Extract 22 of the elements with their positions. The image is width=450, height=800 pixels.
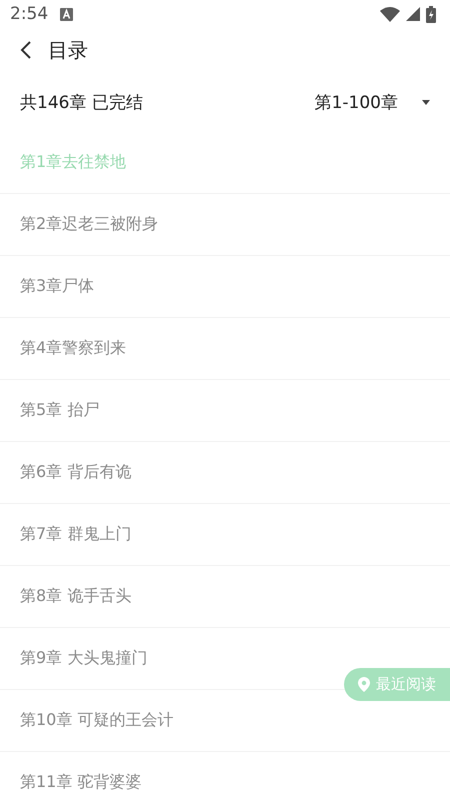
chapter-item[interactable]: 第9章 大头鬼撞门 — [20, 648, 148, 669]
chapter-summary: 共146章 已完结 — [20, 92, 143, 114]
chapter-item[interactable]: 第10章 可疑的王会计 — [20, 710, 174, 731]
back-icon — [20, 40, 32, 60]
notification-icon — [60, 8, 74, 20]
status-time: 2:54 — [10, 4, 48, 24]
chapter-item[interactable]: 第7章 群鬼上门 — [20, 524, 132, 545]
dropdown-caret-icon — [422, 100, 430, 104]
chapter-item[interactable]: 第3章尸体 — [20, 276, 94, 297]
wifi-icon — [380, 6, 400, 22]
chapter-item[interactable]: 第6章 背后有诡 — [20, 462, 132, 483]
chapter-item[interactable]: 第8章 诡手舌头 — [20, 586, 132, 607]
battery-icon — [426, 6, 436, 22]
location-pin-icon — [358, 677, 370, 692]
chapter-item[interactable]: 第4章警察到来 — [20, 338, 126, 359]
chapter-item[interactable]: 第5章 抬尸 — [20, 400, 100, 421]
back-button[interactable] — [20, 40, 32, 60]
range-dropdown[interactable]: 第1-100章 — [314, 90, 430, 114]
chapter-item[interactable]: 第2章迟老三被附身 — [20, 214, 158, 235]
chapter-item[interactable]: 第11章 驼背婆婆 — [20, 772, 142, 793]
signal-icon — [406, 7, 420, 21]
page-title: 目录 — [48, 36, 88, 64]
